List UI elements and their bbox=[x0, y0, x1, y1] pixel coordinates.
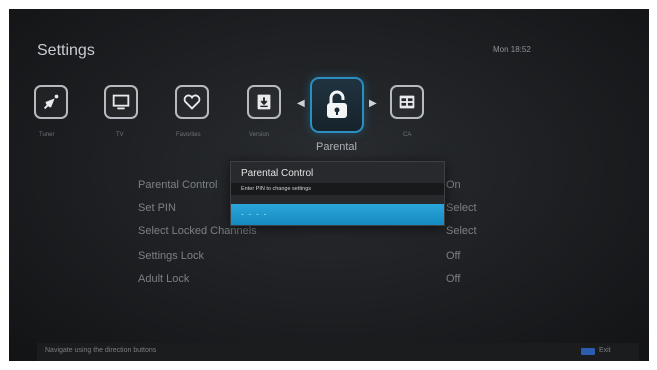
pin-input[interactable]: - - - - bbox=[231, 204, 444, 225]
menu-item-version[interactable]: Version bbox=[247, 85, 287, 138]
exit-key-icon[interactable] bbox=[581, 348, 595, 355]
dialog-subtitle: Enter PIN to change settings bbox=[231, 183, 444, 195]
satellite-dish-icon bbox=[34, 85, 68, 119]
selected-menu-label: Parental bbox=[316, 141, 357, 153]
option-label: Set PIN bbox=[138, 202, 176, 214]
menu-label: Version bbox=[249, 132, 270, 138]
pin-dialog: Parental Control Enter PIN to change set… bbox=[230, 161, 445, 226]
option-label: Select Locked Channels bbox=[138, 225, 257, 237]
settings-menu: Tuner TV Favorites Version ◀ Parental ▶ bbox=[9, 69, 649, 157]
menu-label: Favorites bbox=[176, 132, 201, 138]
page-title: Settings bbox=[37, 42, 95, 59]
option-label: Adult Lock bbox=[138, 273, 190, 285]
menu-item-tuner[interactable]: Tuner bbox=[34, 85, 74, 138]
menu-item-ca[interactable]: CA bbox=[390, 85, 430, 138]
option-label: Settings Lock bbox=[138, 250, 205, 262]
footer-bar: Navigate using the direction buttons Exi… bbox=[37, 343, 639, 361]
card-icon bbox=[390, 85, 424, 119]
menu-item-parental[interactable] bbox=[310, 77, 364, 133]
lock-icon bbox=[327, 90, 347, 118]
navigation-hint: Navigate using the direction buttons bbox=[45, 347, 157, 354]
option-value: Select bbox=[446, 225, 477, 237]
clock: Mon 18:52 bbox=[493, 45, 531, 54]
tv-icon bbox=[104, 85, 138, 119]
download-icon bbox=[247, 85, 281, 119]
right-arrow-icon[interactable]: ▶ bbox=[369, 98, 377, 109]
menu-label: TV bbox=[116, 132, 124, 138]
left-arrow-icon[interactable]: ◀ bbox=[297, 98, 305, 109]
option-value: Off bbox=[446, 250, 461, 262]
exit-label[interactable]: Exit bbox=[599, 347, 611, 354]
menu-item-tv[interactable]: TV bbox=[104, 85, 144, 138]
menu-item-favorites[interactable]: Favorites bbox=[175, 85, 215, 138]
option-value: On bbox=[446, 179, 461, 191]
option-label: Parental Control bbox=[138, 179, 218, 191]
settings-screen: Settings Mon 18:52 Tuner TV Favorites Ve… bbox=[9, 9, 649, 361]
option-value: Off bbox=[446, 273, 461, 285]
dialog-title: Parental Control bbox=[241, 168, 314, 179]
heart-icon bbox=[175, 85, 209, 119]
option-value: Select bbox=[446, 202, 477, 214]
menu-label: CA bbox=[403, 132, 412, 138]
menu-label: Tuner bbox=[39, 132, 55, 138]
